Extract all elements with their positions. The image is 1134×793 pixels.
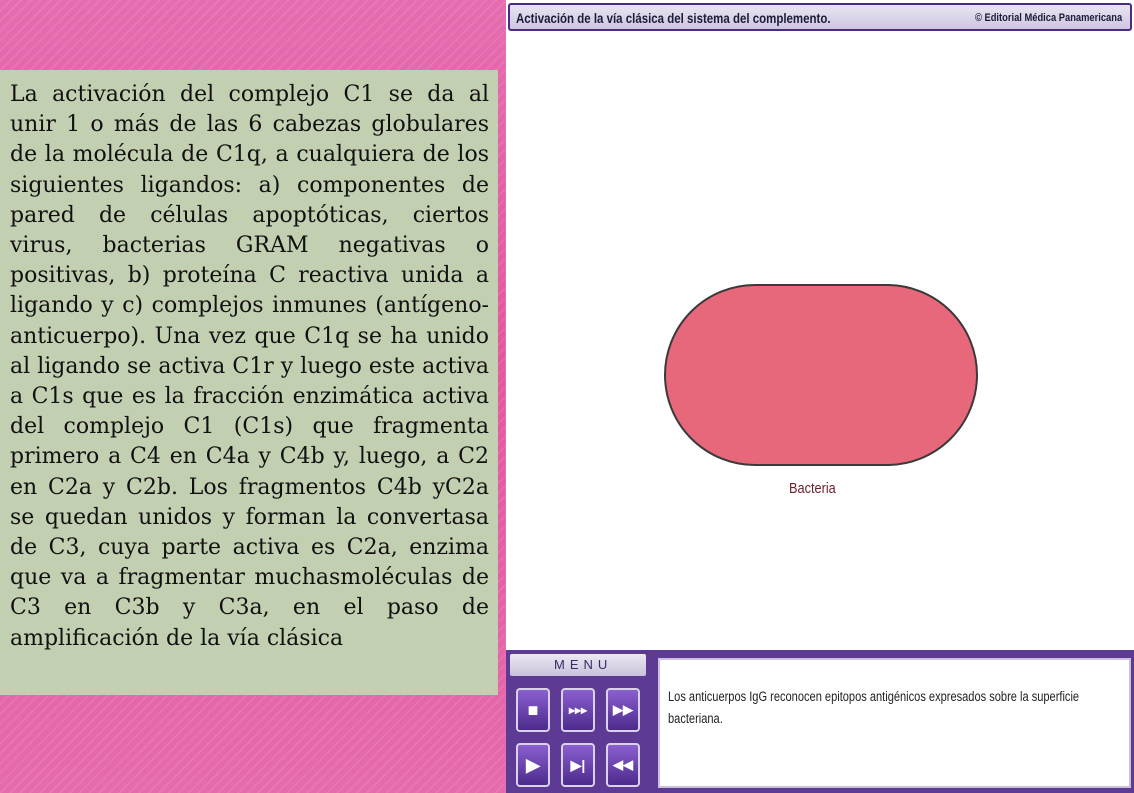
stop-button[interactable]: ■ xyxy=(516,688,550,732)
skip-forward-icon: ▶▶ xyxy=(613,702,633,717)
animation-window: Activación de la vía clásica del sistema… xyxy=(506,0,1134,793)
menu-header: MENU xyxy=(510,654,646,676)
title-bar: Activación de la vía clásica del sistema… xyxy=(508,3,1132,31)
window-title: Activación de la vía clásica del sistema… xyxy=(516,10,831,26)
fast-forward-button[interactable]: ▸▸▸ xyxy=(561,688,595,732)
play-button[interactable]: ▶ xyxy=(516,743,550,787)
publisher-label: © Editorial Médica Panamericana xyxy=(974,12,1122,24)
rewind-button[interactable]: ◀◀ xyxy=(606,743,640,787)
step-forward-button[interactable]: ▶| xyxy=(561,743,595,787)
animation-stage: Bacteria xyxy=(506,31,1134,650)
caption-text: Los anticuerpos IgG reconocen epitopos a… xyxy=(668,689,1080,726)
step-forward-icon: ▶| xyxy=(570,756,586,773)
caption-box: Los anticuerpos IgG reconocen epitopos a… xyxy=(658,658,1131,788)
fast-forward-icon: ▸▸▸ xyxy=(568,703,588,717)
stop-icon: ■ xyxy=(527,699,539,720)
bacteria-label: Bacteria xyxy=(789,480,836,497)
menu-area: MENU ■ ▸▸▸ ▶▶ ▶ ▶| ◀◀ Los anticuerpos Ig… xyxy=(506,650,1134,793)
menu-label: MENU xyxy=(554,657,613,672)
play-icon: ▶ xyxy=(526,754,540,775)
description-panel: La activación del complejo C1 se da al u… xyxy=(0,70,498,695)
next-button[interactable]: ▶▶ xyxy=(606,688,640,732)
bacteria-shape xyxy=(664,284,978,466)
rewind-icon: ◀◀ xyxy=(613,757,633,772)
description-text: La activación del complejo C1 se da al u… xyxy=(10,82,489,651)
